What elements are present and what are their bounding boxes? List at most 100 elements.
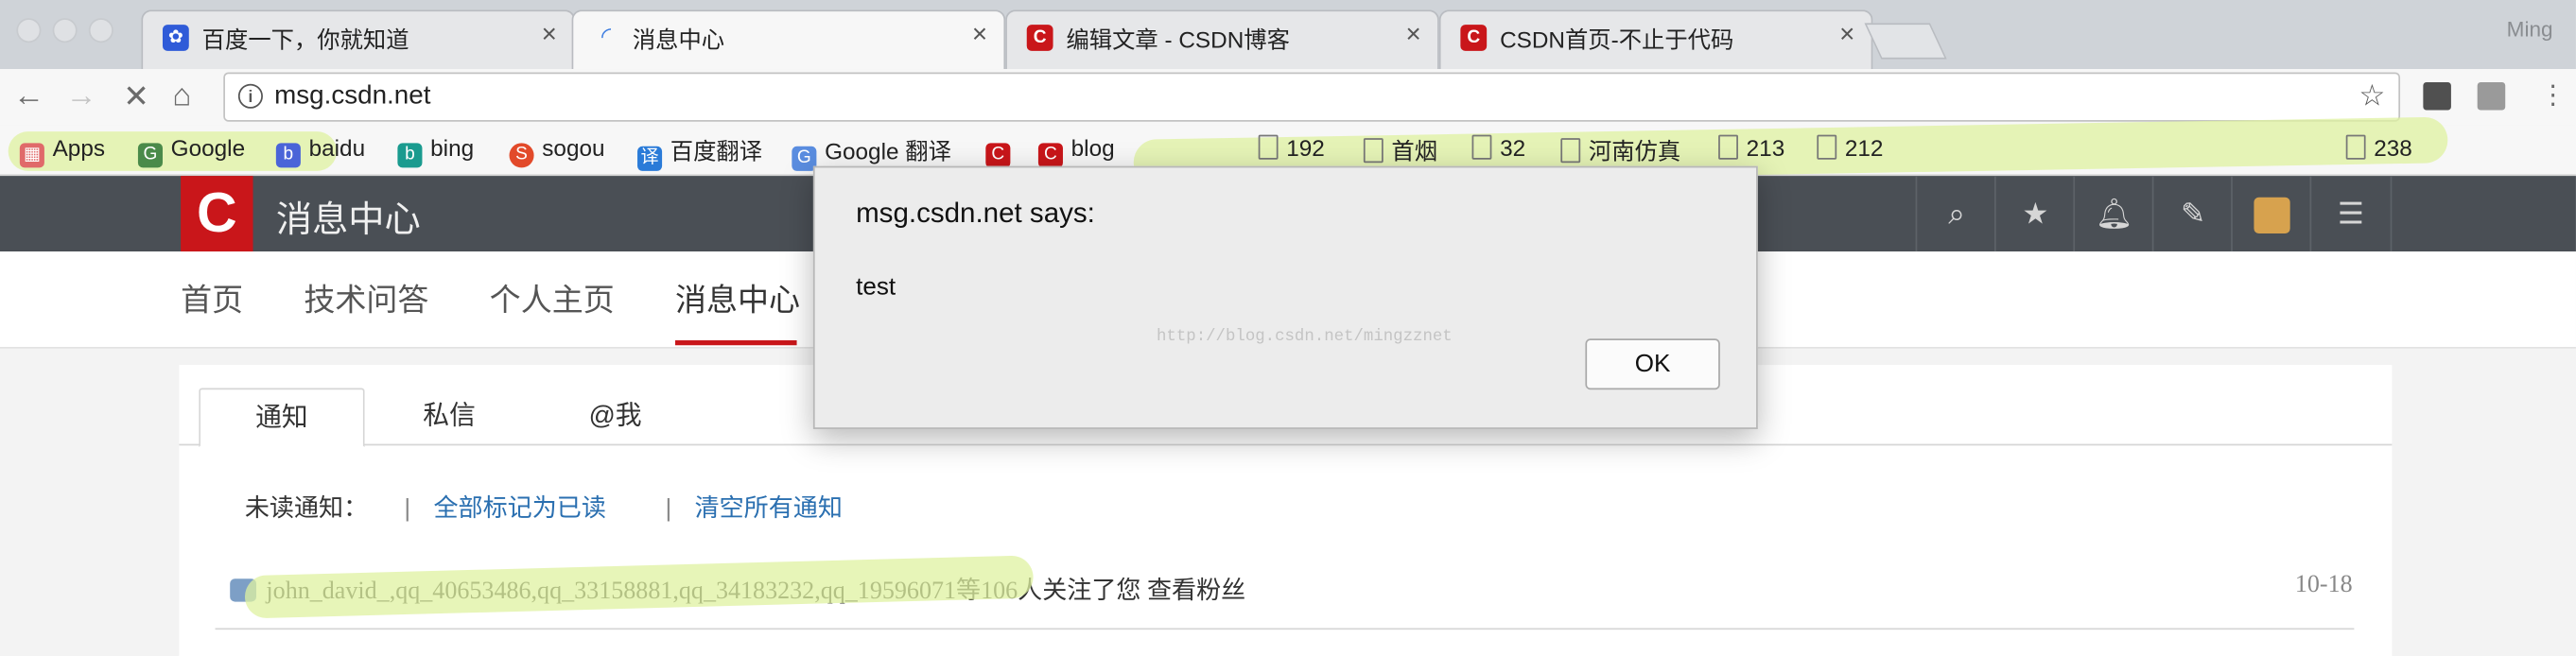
bookmark-apps[interactable]: ▦ Apps [19, 134, 106, 168]
tab-close-icon[interactable]: × [1405, 22, 1420, 51]
csdn-logo-icon: C [1037, 143, 1063, 168]
bookmark-label: blog [1070, 134, 1115, 162]
clear-all-link[interactable]: 清空所有通知 [695, 495, 843, 524]
nav-message-center[interactable]: 消息中心 [675, 276, 800, 320]
search-icon[interactable]: ⌕ [1915, 176, 1996, 252]
forward-arrow-icon[interactable]: → [65, 78, 96, 114]
tab-baidu[interactable]: ✿ 百度一下，你就知道 × [141, 9, 576, 70]
bookmark-blog[interactable]: Cblog [1037, 134, 1115, 168]
tab-csdn-home[interactable]: C CSDN首页-不止于代码 × [1438, 9, 1873, 70]
qr-code-icon[interactable] [2423, 81, 2451, 111]
bookmark-csdn[interactable]: C [985, 135, 1018, 168]
page-icon [1718, 134, 1738, 160]
tab-notifications[interactable]: 通知 [199, 388, 365, 448]
bookmark-label: 212 [1844, 134, 1884, 162]
bookmark-label: 32 [1500, 134, 1526, 162]
address-bar[interactable]: i msg.csdn.net ☆ [223, 72, 2401, 122]
unread-label: 未读通知： [244, 494, 369, 524]
zoom-window-button[interactable] [88, 18, 113, 43]
dialog-title: msg.csdn.net says: [856, 197, 1095, 229]
bookmark-baidu-translate[interactable]: 译百度翻译 [637, 135, 762, 171]
user-avatar-button[interactable] [2231, 176, 2311, 252]
bookmark-label: Google [170, 134, 246, 162]
bookmark-212[interactable]: 212 [1817, 134, 1884, 162]
nav-profile[interactable]: 个人主页 [490, 276, 615, 320]
bookmark-label: 百度翻译 [670, 138, 763, 164]
profile-name[interactable]: Ming [2507, 16, 2553, 41]
tab-close-icon[interactable]: × [542, 22, 557, 51]
page-icon [1560, 138, 1581, 164]
loading-spinner-icon: ◜ [600, 23, 612, 51]
tab-strip: ✿ 百度一下，你就知道 × ◜ 消息中心 × C 编辑文章 - CSDN博客 ×… [0, 0, 2576, 70]
bookmark-shouyan[interactable]: 首烟 [1363, 135, 1437, 168]
bookmark-238[interactable]: 238 [2345, 134, 2412, 161]
row-divider [215, 628, 2355, 630]
tab-title: 百度一下，你就知道 [201, 26, 409, 53]
page-icon [1471, 134, 1492, 160]
nav-qa[interactable]: 技术问答 [304, 276, 428, 320]
bookmark-32[interactable]: 32 [1471, 134, 1526, 162]
edit-icon[interactable]: ✎ [2151, 176, 2233, 252]
star-icon[interactable]: ★ [1993, 176, 2075, 252]
unread-actions: 未读通知： | 全部标记为已读 | 清空所有通知 [245, 490, 843, 525]
notification-date: 10-18 [2294, 572, 2353, 599]
sogou-icon: S [509, 143, 534, 168]
page-icon [1363, 138, 1384, 164]
bookmark-google[interactable]: G Google [137, 134, 246, 168]
ok-button[interactable]: OK [1585, 338, 1720, 390]
baidu-translate-icon: 译 [637, 146, 663, 171]
bookmark-213[interactable]: 213 [1718, 134, 1785, 162]
nav-home[interactable]: 首页 [181, 276, 243, 320]
home-icon[interactable]: ⌂ [172, 78, 191, 114]
tab-close-icon[interactable]: × [972, 22, 987, 51]
tab-message-center[interactable]: ◜ 消息中心 × [571, 9, 1006, 70]
bell-icon[interactable]: 🔔︎ [2073, 176, 2153, 252]
bing-icon: b [397, 143, 423, 168]
active-nav-underline [674, 340, 797, 346]
tab-title: 编辑文章 - CSDN博客 [1066, 26, 1290, 53]
bookmark-label: 213 [1746, 134, 1785, 162]
avatar [2254, 198, 2290, 234]
baidu-paw-icon: ✿ [162, 25, 189, 51]
tab-close-icon[interactable]: × [1839, 22, 1854, 51]
bookmark-label: Apps [52, 134, 106, 162]
page-icon [1258, 134, 1279, 160]
page-title: 消息中心 [275, 199, 421, 240]
stop-loading-icon[interactable]: ✕ [123, 78, 149, 116]
tab-csdn-edit[interactable]: C 编辑文章 - CSDN博客 × [1005, 9, 1439, 70]
google-icon: G [137, 143, 163, 168]
bookmark-bing[interactable]: b bing [397, 135, 474, 168]
csdn-logo-icon: C [1460, 25, 1488, 51]
alert-dialog: msg.csdn.net says: test http://blog.csdn… [812, 165, 1758, 429]
back-arrow-icon[interactable]: ← [13, 78, 44, 114]
tab-private-messages[interactable]: 私信 [366, 388, 531, 447]
menu-icon[interactable]: ☰ [2309, 176, 2393, 252]
bookmark-label: Google 翻译 [825, 138, 951, 164]
chrome-menu-icon[interactable]: ⋮ [2540, 78, 2567, 112]
tab-title: CSDN首页-不止于代码 [1500, 26, 1734, 53]
url-text[interactable]: msg.csdn.net [274, 82, 430, 112]
minimize-window-button[interactable] [52, 18, 78, 43]
bookmark-label: baidu [308, 134, 366, 162]
dialog-message: test [856, 272, 896, 302]
tab-mentions[interactable]: @我 [532, 388, 698, 447]
watermark: http://blog.csdn.net/mingzznet [1156, 328, 1453, 347]
site-info-icon[interactable]: i [237, 83, 263, 109]
bookmark-sogou[interactable]: Ssogou [509, 134, 605, 168]
close-window-button[interactable] [16, 18, 42, 43]
extension-icon[interactable] [2477, 81, 2506, 111]
bookmark-label: 河南仿真 [1588, 138, 1681, 164]
bookmark-192[interactable]: 192 [1258, 134, 1325, 162]
apps-grid-icon: ▦ [19, 143, 44, 168]
new-tab-button[interactable] [1864, 23, 1947, 60]
bookmark-star-icon[interactable]: ☆ [2358, 78, 2385, 113]
redaction-scribble [244, 555, 1035, 619]
bookmark-henan[interactable]: 河南仿真 [1560, 135, 1680, 168]
bookmark-label: sogou [542, 134, 605, 162]
bookmark-label: 192 [1286, 134, 1325, 162]
bookmark-baidu[interactable]: b baidu [275, 134, 366, 168]
mark-all-read-link[interactable]: 全部标记为已读 [433, 495, 605, 524]
divider: | [665, 494, 672, 524]
csdn-logo[interactable]: C [181, 176, 253, 252]
tab-title: 消息中心 [632, 26, 725, 53]
